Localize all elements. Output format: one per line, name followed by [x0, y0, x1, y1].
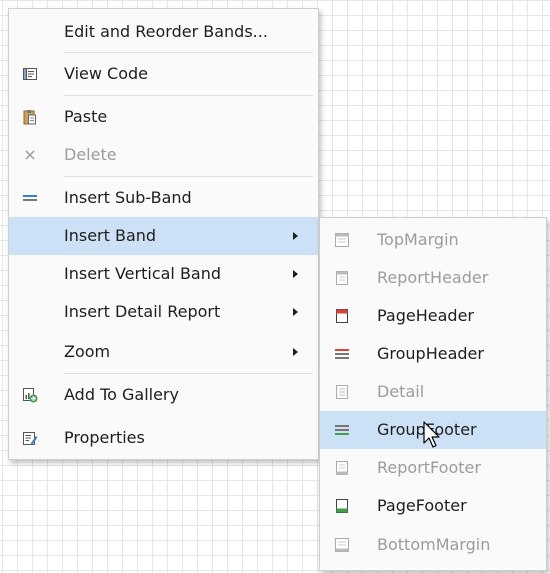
context-menu: Edit and Reorder Bands... View Code Past…	[8, 8, 319, 460]
menu-item-label: Insert Band	[64, 226, 157, 245]
menu-item-label: ReportFooter	[377, 458, 481, 477]
menu-item-label: PageFooter	[377, 496, 467, 515]
mouse-pointer-icon	[423, 421, 440, 448]
menu-item-label: Zoom	[64, 342, 111, 361]
menu-item-zoom[interactable]: Zoom	[9, 333, 318, 371]
submenu-arrow-icon	[293, 308, 298, 316]
submenu-item-group-header[interactable]: GroupHeader	[320, 335, 546, 373]
menu-item-insert-detail-report[interactable]: Insert Detail Report	[9, 293, 318, 331]
top-margin-icon	[335, 233, 349, 247]
menu-item-add-to-gallery[interactable]: Add To Gallery	[9, 376, 318, 414]
submenu-item-page-header[interactable]: PageHeader	[320, 297, 546, 335]
menu-item-label: Insert Sub-Band	[64, 188, 192, 207]
menu-item-label: TopMargin	[377, 230, 459, 249]
submenu-item-report-footer[interactable]: ReportFooter	[320, 449, 546, 487]
group-footer-icon	[335, 425, 349, 435]
submenu-item-page-footer[interactable]: PageFooter	[320, 487, 546, 525]
menu-item-view-code[interactable]: View Code	[9, 55, 318, 93]
report-header-icon	[336, 271, 348, 285]
menu-item-delete[interactable]: Delete	[9, 136, 318, 174]
menu-item-label: GroupHeader	[377, 344, 484, 363]
submenu-arrow-icon	[293, 348, 298, 356]
page-header-icon	[336, 309, 348, 323]
delete-icon	[25, 150, 35, 160]
menu-item-label: PageHeader	[377, 306, 474, 325]
submenu-item-detail[interactable]: Detail	[320, 373, 546, 411]
menu-item-label: Insert Vertical Band	[64, 264, 222, 283]
submenu-item-top-margin[interactable]: TopMargin	[320, 221, 546, 259]
menu-item-label: Edit and Reorder Bands...	[64, 22, 268, 41]
menu-item-label: Insert Detail Report	[64, 302, 221, 321]
page-footer-icon	[336, 499, 348, 513]
menu-item-edit-reorder-bands[interactable]: Edit and Reorder Bands...	[9, 13, 318, 51]
submenu-arrow-icon	[293, 232, 298, 240]
view-code-icon	[23, 68, 37, 80]
submenu-item-bottom-margin[interactable]: BottomMargin	[320, 526, 546, 564]
menu-item-label: ReportHeader	[377, 268, 489, 287]
group-header-icon	[335, 349, 349, 359]
menu-item-label: Properties	[64, 428, 145, 447]
menu-item-insert-band[interactable]: Insert Band	[9, 217, 318, 255]
paste-icon	[23, 110, 36, 125]
menu-item-insert-vertical-band[interactable]: Insert Vertical Band	[9, 255, 318, 293]
menu-item-label: Add To Gallery	[64, 385, 179, 404]
insert-band-submenu: TopMargin ReportHeader PageHeader GroupH…	[319, 217, 547, 571]
menu-item-label: Detail	[377, 382, 425, 401]
report-footer-icon	[336, 461, 348, 475]
submenu-item-report-header[interactable]: ReportHeader	[320, 259, 546, 297]
menu-separator	[64, 95, 313, 96]
submenu-arrow-icon	[293, 270, 298, 278]
menu-item-insert-sub-band[interactable]: Insert Sub-Band	[9, 179, 318, 217]
insert-sub-band-icon	[23, 195, 37, 201]
menu-item-properties[interactable]: Properties	[9, 419, 318, 457]
add-to-gallery-icon	[23, 388, 38, 403]
menu-item-paste[interactable]: Paste	[9, 98, 318, 136]
menu-separator	[64, 373, 313, 374]
bottom-margin-icon	[335, 538, 349, 552]
menu-separator	[64, 52, 313, 53]
menu-item-label: View Code	[64, 64, 149, 83]
menu-separator	[64, 176, 313, 177]
menu-item-label: BottomMargin	[377, 535, 491, 554]
menu-item-label: Delete	[64, 145, 117, 164]
detail-icon	[336, 385, 348, 399]
properties-icon	[23, 432, 38, 445]
menu-item-label: Paste	[64, 107, 108, 126]
